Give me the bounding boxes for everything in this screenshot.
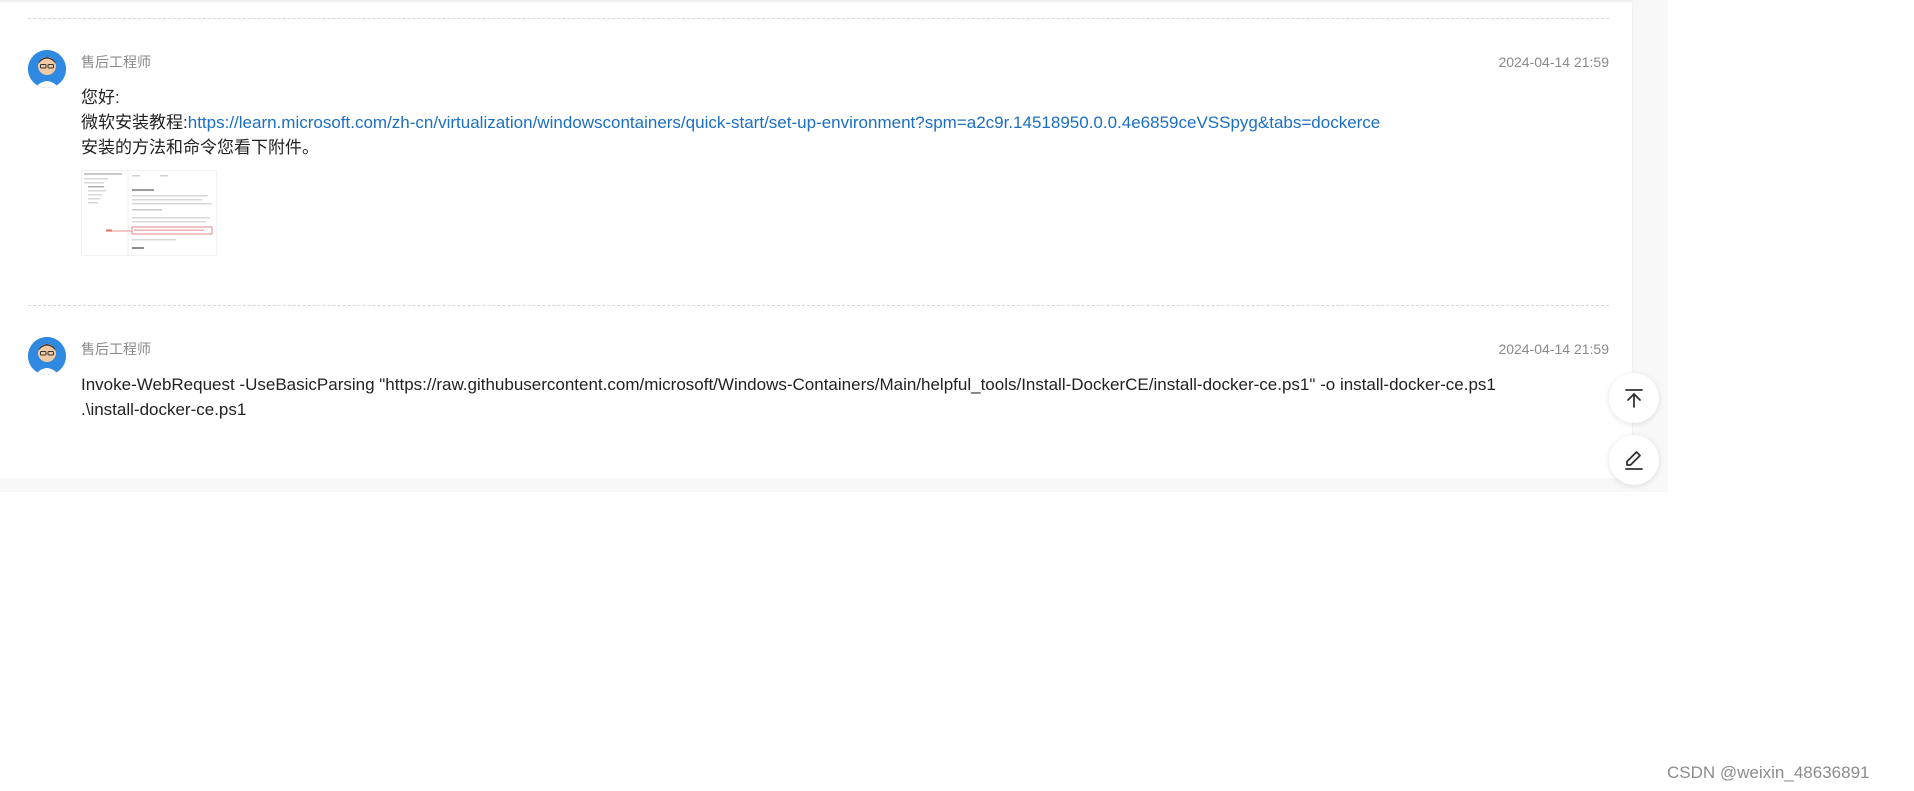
avatar-icon [28,50,66,88]
attachment-thumbnail[interactable] [81,170,217,256]
attachment-note: 安装的方法和命令您看下附件。 [81,138,319,157]
message-divider [28,305,1609,306]
message-divider [28,18,1609,19]
author-name: 售后工程师 [81,341,151,357]
command-line: .\install-docker-ce.ps1 [81,400,247,419]
author-name: 售后工程师 [81,54,151,70]
attachment-image-icon [84,171,213,255]
message-timestamp: 2024-04-14 21:59 [1498,341,1609,357]
message-body: Invoke-WebRequest -UseBasicParsing "http… [81,372,1591,422]
pencil-edit-icon [1625,451,1643,470]
greeting-text: 您好: [81,88,120,107]
avatar-icon [28,337,66,375]
message-body: 您好: 微软安装教程:https://learn.microsoft.com/z… [81,85,1581,256]
avatar [28,50,66,88]
message-panel: 售后工程师 2024-04-14 21:59 您好: 微软安装教程:https:… [0,0,1633,478]
back-to-top-button[interactable] [1609,373,1659,423]
page: 售后工程师 2024-04-14 21:59 您好: 微软安装教程:https:… [0,0,1914,791]
avatar [28,337,66,375]
tutorial-link[interactable]: https://learn.microsoft.com/zh-cn/virtua… [188,113,1381,132]
message-timestamp: 2024-04-14 21:59 [1498,54,1609,70]
panel-top-shadow [0,0,1633,4]
edit-button[interactable] [1609,435,1659,485]
message-item: 售后工程师 2024-04-14 21:59 您好: 微软安装教程:https:… [28,50,1609,270]
tutorial-line: 微软安装教程:https://learn.microsoft.com/zh-cn… [81,110,1581,135]
watermark: CSDN @weixin_48636891 [1667,763,1870,782]
tutorial-prefix: 微软安装教程: [81,113,188,132]
message-item: 售后工程师 2024-04-14 21:59 Invoke-WebRequest… [28,337,1609,467]
arrow-up-to-line-icon [1625,389,1643,408]
command-line: Invoke-WebRequest -UseBasicParsing "http… [81,375,1496,394]
